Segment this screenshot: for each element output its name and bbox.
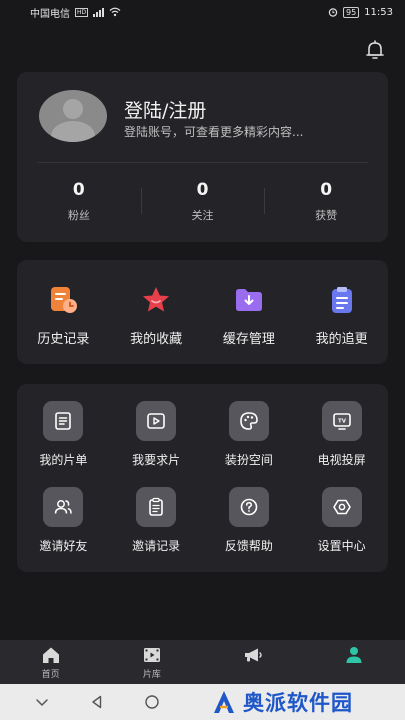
tool-invite-records[interactable]: 邀请记录 — [110, 486, 203, 571]
tool-label: 我的片单 — [39, 453, 88, 467]
home-icon — [42, 647, 59, 663]
quick-label: 我的收藏 — [130, 332, 183, 347]
tab-home[interactable]: 首页 — [0, 640, 101, 684]
login-title[interactable]: 登陆/注册 — [124, 96, 206, 123]
nav-home-button[interactable] — [124, 694, 179, 710]
battery-level: 95 — [342, 6, 360, 18]
quick-history[interactable]: 历史记录 — [17, 260, 110, 364]
bottom-tab-bar: 首页 片库 — [0, 640, 405, 684]
tool-request[interactable]: 我要求片 — [110, 401, 203, 485]
carrier-label: 中国电信 — [30, 8, 70, 20]
play-icon — [147, 413, 165, 429]
film-icon — [143, 648, 160, 662]
signal-icon — [93, 7, 105, 17]
tool-label: 反馈帮助 — [224, 538, 273, 553]
svg-text:TV: TV — [338, 419, 347, 425]
quick-label: 历史记录 — [37, 332, 90, 347]
notification-bell-icon[interactable] — [363, 38, 387, 62]
system-nav-bar: 奥派软件园 — [0, 684, 405, 720]
settings-icon — [332, 499, 351, 514]
quick-following[interactable]: 我的追更 — [295, 260, 388, 364]
stat-label: 粉丝 — [67, 209, 90, 222]
stat-fans[interactable]: 0 粉丝 — [17, 180, 141, 223]
stat-value: 0 — [196, 180, 209, 200]
login-subtitle: 登陆账号，可查看更多精彩内容... — [124, 125, 304, 139]
tool-tv-cast[interactable]: TV 电视投屏 — [295, 401, 388, 485]
nav-back-button[interactable] — [69, 694, 124, 710]
clipboard-icon — [331, 287, 352, 313]
chevron-down-icon — [35, 699, 48, 706]
tool-label: 设置中心 — [317, 538, 366, 553]
stats-row: 0 粉丝 0 关注 0 获赞 — [17, 180, 388, 223]
wifi-icon — [109, 7, 121, 17]
tv-icon: TV — [332, 413, 351, 430]
download-folder-icon — [235, 289, 262, 311]
tool-invite-friends[interactable]: 邀请好友 — [17, 486, 110, 571]
watermark-logo-icon — [214, 691, 234, 713]
users-icon — [55, 499, 73, 514]
tool-label: 邀请好友 — [39, 538, 88, 553]
tab-profile[interactable] — [304, 640, 405, 684]
tool-dress-up[interactable]: 装扮空间 — [203, 401, 296, 485]
stat-label: 关注 — [191, 209, 214, 222]
quick-label: 缓存管理 — [222, 332, 275, 347]
tab-label: 片库 — [142, 670, 161, 680]
record-icon — [149, 497, 163, 516]
tool-label: 装扮空间 — [224, 453, 273, 467]
divider — [37, 162, 368, 163]
tools-card: 我的片单 我要求片 装扮空间 TV 电视投屏 邀请好友 邀请记录 反馈帮助 设置… — [17, 384, 388, 572]
alarm-icon — [328, 8, 338, 17]
watermark: 奥派软件园 — [211, 687, 353, 717]
megaphone-icon — [245, 648, 262, 662]
nav-collapse-button[interactable] — [14, 694, 69, 710]
quick-favorites[interactable]: 我的收藏 — [110, 260, 203, 364]
tab-library[interactable]: 片库 — [101, 640, 202, 684]
star-icon — [143, 287, 170, 312]
stat-following[interactable]: 0 关注 — [140, 180, 265, 223]
tool-settings[interactable]: 设置中心 — [295, 486, 388, 571]
quick-cache[interactable]: 缓存管理 — [203, 260, 296, 364]
tool-label: 我要求片 — [132, 453, 181, 467]
clock: 11:53 — [364, 6, 393, 18]
help-icon — [240, 498, 258, 515]
tool-label: 电视投屏 — [317, 453, 366, 467]
palette-icon — [240, 412, 258, 430]
quick-actions-card: 历史记录 我的收藏 缓存管理 我的追更 — [17, 260, 388, 364]
avatar[interactable] — [39, 90, 107, 142]
tab-square[interactable] — [203, 640, 304, 684]
tool-my-list[interactable]: 我的片单 — [17, 401, 110, 485]
list-icon — [55, 412, 72, 430]
stat-likes[interactable]: 0 获赞 — [264, 180, 388, 223]
history-icon — [51, 287, 78, 313]
tool-feedback[interactable]: 反馈帮助 — [203, 486, 296, 571]
stat-value: 0 — [320, 180, 333, 200]
profile-icon — [346, 647, 362, 663]
status-bar: 中国电信 HD 95 11:53 — [0, 0, 405, 24]
profile-card: 登陆/注册 登陆账号，可查看更多精彩内容... 0 粉丝 0 关注 0 获赞 — [17, 72, 388, 242]
watermark-text: 奥派软件园 — [243, 691, 353, 715]
hd-badge: HD — [75, 7, 89, 17]
stat-value: 0 — [72, 180, 85, 200]
stat-label: 获赞 — [315, 209, 338, 222]
tab-label: 首页 — [41, 670, 60, 680]
back-triangle-icon — [91, 695, 101, 709]
home-circle-icon — [144, 695, 159, 709]
quick-label: 我的追更 — [315, 332, 368, 347]
tool-label: 邀请记录 — [132, 538, 181, 553]
